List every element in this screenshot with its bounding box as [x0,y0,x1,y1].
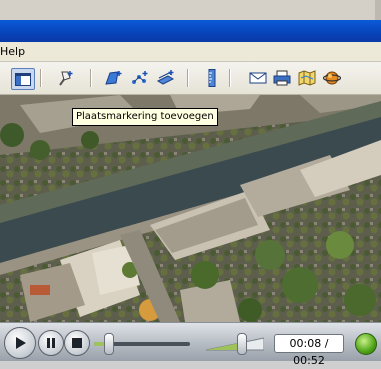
email-button[interactable] [247,68,269,88]
status-orb-icon [355,333,377,355]
media-player-bar: 00:08 / 00:52 [0,322,381,367]
map-view[interactable] [0,95,381,322]
play-button[interactable] [4,327,36,359]
toolbar-separator [187,69,189,87]
add-path-button[interactable] [129,68,151,88]
ruler-button[interactable] [201,68,223,88]
add-placemark-button[interactable] [55,68,77,88]
window-edge [375,0,381,20]
stop-button[interactable] [64,330,90,356]
maps-button[interactable] [296,68,318,88]
add-path-icon [132,71,148,84]
pause-icon [47,338,55,348]
aerial-imagery [0,95,381,322]
planet-button[interactable] [321,68,343,88]
title-bar [0,20,381,42]
add-polygon-button[interactable] [103,68,125,88]
window-top-frame [0,0,381,21]
add-placemark-icon [59,71,73,86]
pause-button[interactable] [38,330,64,356]
add-polygon-icon [105,71,122,85]
print-icon [273,70,291,86]
tooltip: Plaatsmarkering toevoegen [72,108,218,126]
volume-thumb[interactable] [236,333,247,355]
email-icon [249,72,267,84]
play-icon [16,337,26,349]
planet-icon [323,71,341,85]
menu-bar: Help [0,42,381,62]
stop-icon [72,338,82,348]
menu-help[interactable]: Help [0,45,25,58]
add-image-overlay-icon [156,70,175,85]
toolbar-separator [229,69,231,87]
progress-thumb[interactable] [104,333,115,355]
add-image-overlay-button[interactable] [155,68,177,88]
sidebar-toggle-icon [15,72,31,86]
toolbar-separator [90,69,92,87]
volume-slider[interactable] [206,336,264,352]
maps-icon [298,70,316,86]
ruler-icon [208,69,216,87]
toolbar [0,62,381,95]
time-display: 00:08 / 00:52 [274,334,344,367]
print-button[interactable] [271,68,293,88]
sidebar-toggle-button[interactable] [11,68,35,90]
toolbar-separator [40,69,42,87]
